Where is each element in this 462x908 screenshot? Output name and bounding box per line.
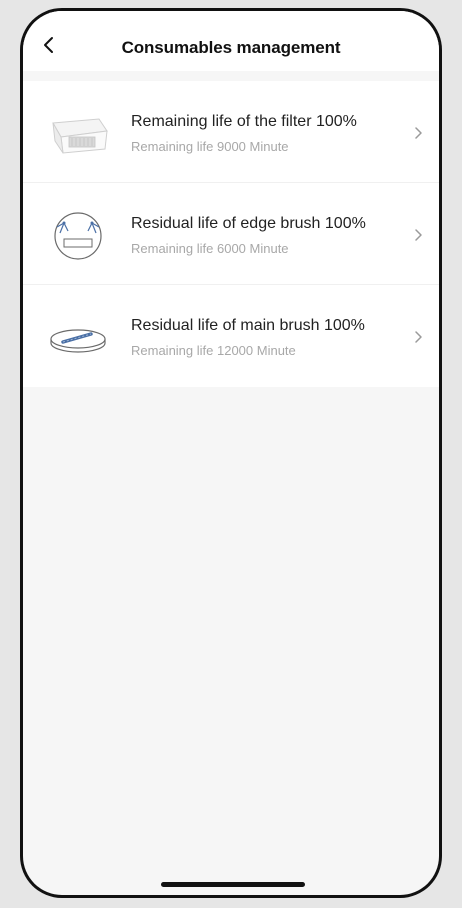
- consumable-label: Remaining life of the filter 100%: [131, 113, 357, 130]
- consumables-list: Remaining life of the filter 100% Remain…: [23, 81, 439, 387]
- home-indicator[interactable]: [161, 882, 305, 887]
- chevron-right-icon: [415, 331, 422, 343]
- consumable-remaining: Remaining life 12000 Minute: [131, 343, 296, 358]
- consumable-item-main-brush[interactable]: Residual life of main brush 100% Remaini…: [23, 285, 439, 387]
- navigation-bar: Consumables management: [23, 11, 439, 71]
- consumable-label: Residual life of main brush 100%: [131, 317, 365, 334]
- page-title: Consumables management: [121, 38, 341, 57]
- consumable-item-edge-brush[interactable]: Residual life of edge brush 100% Remaini…: [23, 183, 439, 285]
- screen: Consumables management Remaining life of…: [23, 11, 439, 895]
- chevron-right-icon: [415, 127, 422, 139]
- consumable-item-filter[interactable]: Remaining life of the filter 100% Remain…: [23, 81, 439, 183]
- chevron-right-icon: [415, 229, 422, 241]
- filter-icon: [52, 118, 108, 154]
- main-brush-icon: [50, 329, 106, 353]
- consumable-label: Residual life of edge brush 100%: [131, 215, 366, 232]
- consumable-remaining: Remaining life 6000 Minute: [131, 241, 289, 256]
- phone-frame: Consumables management Remaining life of…: [20, 8, 442, 898]
- edge-brush-icon: [54, 212, 102, 260]
- consumable-remaining: Remaining life 9000 Minute: [131, 139, 289, 154]
